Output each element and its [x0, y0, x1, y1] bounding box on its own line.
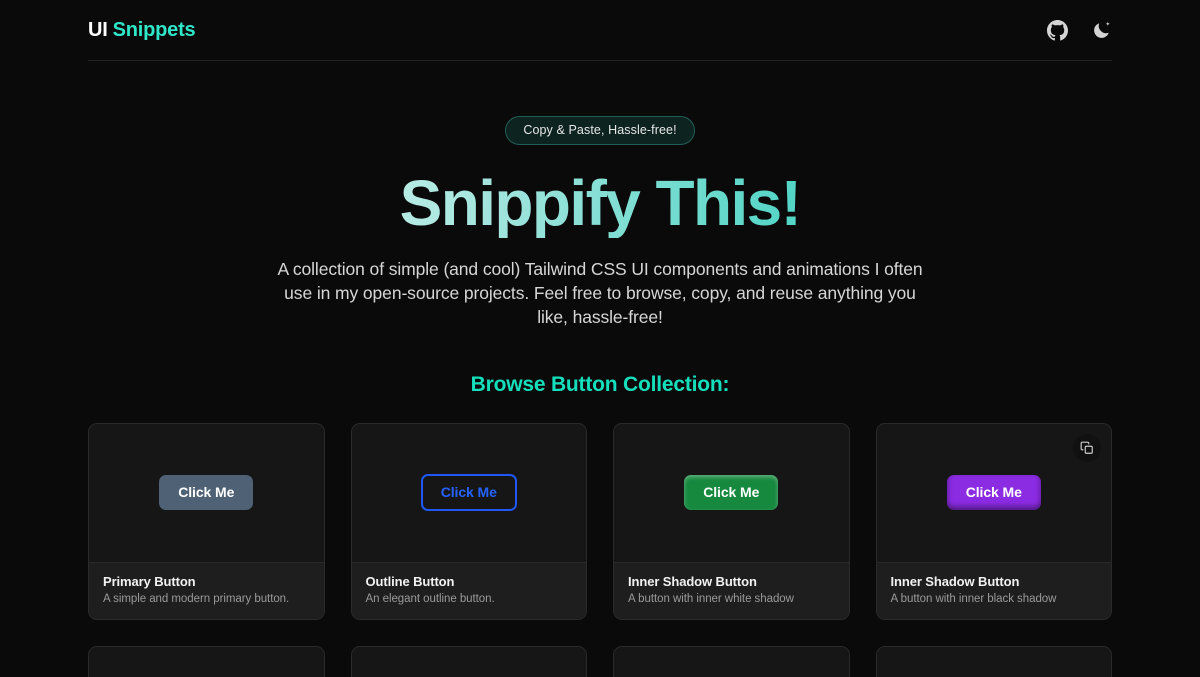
hero-section: Copy & Paste, Hassle-free! Snippify This… — [0, 61, 1200, 397]
site-logo[interactable]: UI Snippets — [88, 18, 196, 42]
github-icon[interactable] — [1046, 19, 1068, 41]
snippet-card[interactable]: Click Me — [350, 645, 587, 677]
section-heading: Browse Button Collection: — [470, 372, 730, 396]
snippet-card[interactable]: Click Me Primary Button A simple and moder… — [88, 422, 325, 620]
copy-icon[interactable] — [1073, 433, 1101, 462]
snippet-card[interactable]: Click Me Outline Button An elegant outline… — [350, 422, 587, 620]
button-collection-grid: Click Me Primary Button A simple and moder… — [88, 422, 1112, 677]
card-preview: Click Me — [89, 646, 324, 677]
snippet-card[interactable]: Click Me Inner Shadow Button A button with… — [613, 422, 850, 620]
demo-button[interactable]: Click Me — [420, 474, 517, 511]
card-description: A simple and modern primary button. — [103, 592, 290, 605]
card-title: Inner Shadow Button — [628, 573, 757, 589]
snippet-card[interactable]: Click Me — [875, 645, 1112, 677]
card-description: A button with inner black shadow — [890, 592, 1057, 605]
card-description: A button with inner white shadow — [628, 592, 794, 605]
card-footer: Outline Button An elegant outline button. — [351, 561, 586, 619]
moon-icon[interactable] — [1090, 19, 1112, 41]
card-title: Outline Button — [365, 573, 455, 589]
demo-button[interactable]: Click Me — [159, 475, 254, 510]
logo-text-ui: UI — [88, 18, 108, 41]
card-title: Primary Button — [103, 573, 196, 589]
card-preview: Click Me — [351, 423, 586, 562]
snippet-card[interactable]: Click Me Inner Shadow Button A button with… — [875, 422, 1112, 620]
card-preview: Click Me — [614, 423, 849, 562]
snippet-card[interactable]: Click Me — [613, 645, 850, 677]
card-footer: Inner Shadow Button A button with inner w… — [614, 561, 849, 619]
card-footer: Primary Button A simple and modern primar… — [89, 561, 324, 619]
card-preview: Click Me — [876, 423, 1111, 562]
card-preview: Click Me — [614, 646, 849, 677]
card-preview: Click Me — [89, 423, 324, 562]
page-title: Snippify This! — [0, 168, 1200, 238]
header-actions — [1046, 19, 1112, 41]
logo-text-snippets: Snippets — [112, 18, 196, 41]
tagline-badge[interactable]: Copy & Paste, Hassle-free! — [505, 116, 695, 145]
card-footer: Inner Shadow Button A button with inner b… — [876, 561, 1111, 619]
card-preview: Click Me — [351, 646, 586, 677]
demo-button[interactable]: Click Me — [684, 475, 779, 510]
site-header: UI Snippets — [88, 0, 1112, 61]
card-preview: Click Me — [876, 646, 1111, 677]
demo-button[interactable]: Click Me — [946, 475, 1041, 510]
snippet-card[interactable]: Click Me — [88, 645, 325, 677]
hero-subtitle: A collection of simple (and cool) Tailwi… — [277, 259, 923, 328]
card-description: An elegant outline button. — [365, 592, 495, 605]
card-title: Inner Shadow Button — [890, 573, 1020, 589]
